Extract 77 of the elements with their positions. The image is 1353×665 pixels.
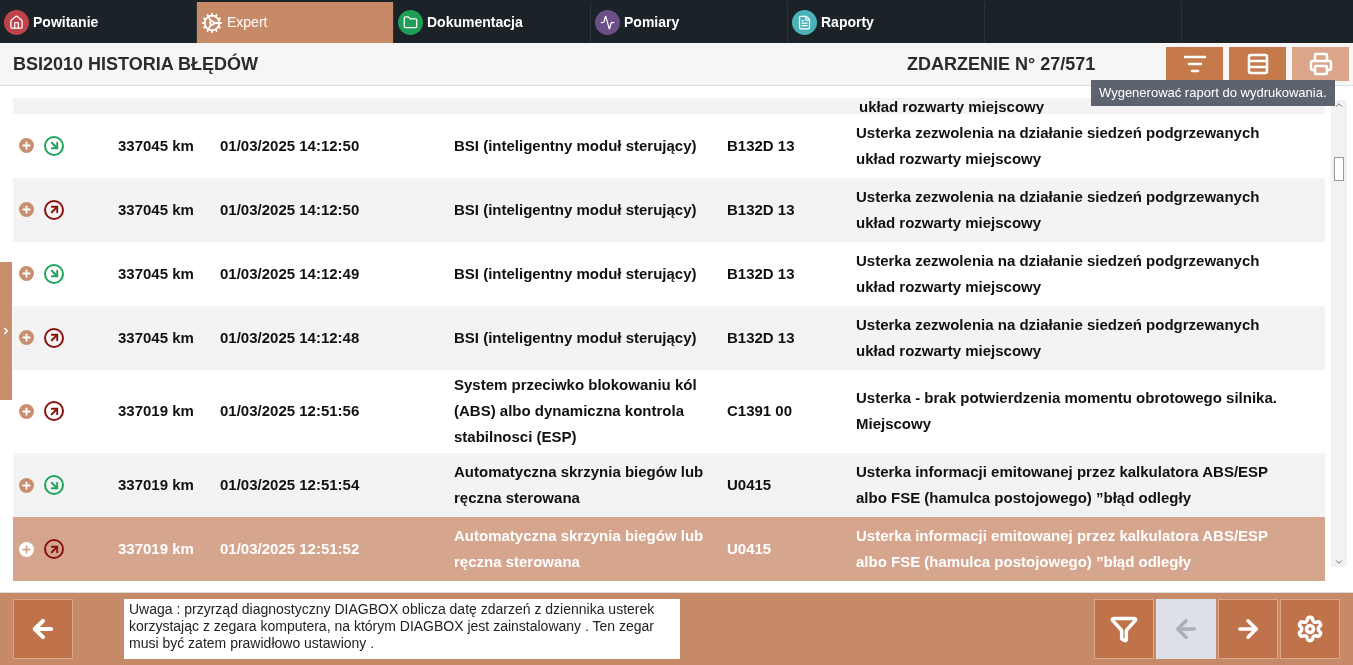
mileage-cell-text: 337045 km — [118, 263, 195, 284]
table-row[interactable]: 337019 km 01/03/2025 12:51:54 Automatyczna skrzynia biegów lub ręczna sterowana U0415 Usterka informacji emitowanej przez kalkulatora ABS/ESP albo FSE (hamulca postojowego) ”błąd odległy — [13, 453, 1325, 517]
print-icon — [1308, 52, 1333, 76]
module-cell-text: BSI (inteligentny moduł sterujący) — [454, 263, 698, 284]
arrow-up-right-icon — [44, 401, 64, 422]
back-button[interactable] — [13, 599, 73, 659]
expand-icon[interactable] — [19, 477, 34, 493]
module-cell-text: BSI (inteligentny moduł sterujący) — [454, 135, 698, 156]
scroll-down-icon — [1334, 557, 1344, 567]
filter-icon — [1110, 615, 1138, 643]
footer-button[interactable] — [1280, 599, 1340, 659]
arrow-up-right-icon — [44, 199, 64, 220]
settings-icon — [1296, 615, 1324, 643]
scrollbar[interactable] — [1331, 100, 1347, 567]
table-row[interactable]: 337045 km 01/03/2025 14:12:48 BSI (inteligentny moduł sterujący) B132D 13 Usterka zezwolenia na działanie siedzeń podgrzewanych układ rozwarty miejscowy — [13, 305, 1325, 370]
arrow-up-right-icon — [44, 327, 64, 348]
code-cell-text: B132D 13 — [727, 199, 796, 220]
description-cell-text: Usterka zezwolenia na działanie siedzeń podgrzewanych układ rozwarty miejscowy — [856, 122, 1261, 169]
tooltip: Wygenerować raport do wydrukowania. — [1091, 80, 1335, 106]
mileage-cell-text: 337045 km — [118, 135, 195, 156]
warning-note: Uwaga : przyrząd diagnostyczny DIAGBOX oblicza datę zdarzeń z dziennika usterek korzystając z zegara komputera, na którym DIAGBOX jest zainstalowany . Ten zegar musi być zatem prawidłowo ustawiony . — [124, 599, 680, 659]
event-counter: ZDARZENIE N° 27/571 — [907, 52, 1097, 76]
arrow-down-right-icon — [44, 475, 64, 495]
code-cell-text: B132D 13 — [727, 263, 796, 284]
table-row[interactable]: 337045 km 01/03/2025 14:12:50 BSI (inteligentny moduł sterujący) B132D 13 Usterka zezwolenia na działanie siedzeń podgrzewanych układ rozwarty miejscowy — [13, 177, 1325, 242]
scroll-up-icon — [1334, 100, 1344, 110]
arrow-up-right-icon — [44, 539, 64, 559]
expand-icon[interactable] — [19, 138, 34, 154]
side-panel-toggle[interactable] — [0, 262, 12, 400]
scroll-thumb — [1334, 156, 1344, 181]
toolbar-button[interactable] — [1292, 47, 1349, 81]
date-cell-text: 01/03/2025 12:51:52 — [220, 538, 361, 559]
date-cell-text: 01/03/2025 14:12:50 — [220, 199, 361, 220]
date-cell-text: 01/03/2025 14:12:50 — [220, 135, 361, 156]
code-cell-text: C1391 00 — [727, 401, 794, 422]
list-icon — [1245, 52, 1270, 76]
expand-icon[interactable] — [19, 330, 34, 346]
code-cell-text: B132D 13 — [727, 135, 796, 156]
date-cell-text: 01/03/2025 14:12:48 — [220, 327, 361, 348]
mileage-cell-text: 337019 km — [118, 474, 195, 495]
expand-icon[interactable] — [19, 266, 34, 282]
footer-button[interactable] — [1094, 599, 1154, 659]
description-cell-text: Usterka zezwolenia na działanie siedzeń podgrzewanych układ rozwarty miejscowy — [856, 314, 1261, 361]
description-cell-text: Usterka - brak potwierdzenia momentu obrotowego silnika. Miejscowy — [856, 388, 1278, 435]
folder-icon — [398, 10, 423, 35]
mileage-cell-text: 337019 km — [118, 538, 195, 559]
arrow-down-right-icon — [44, 263, 64, 284]
description-cell-text: Usterka zezwolenia na działanie siedzeń podgrzewanych układ rozwarty miejscowy — [856, 186, 1261, 233]
code-cell-text: U0415 — [727, 474, 773, 495]
expand-icon[interactable] — [19, 403, 34, 419]
arrow-down-right-icon — [44, 135, 64, 156]
module-cell-text: BSI (inteligentny moduł sterujący) — [454, 199, 698, 220]
page-title: BSI2010 HISTORIA BŁĘDÓW — [13, 52, 260, 76]
mileage-cell-text: 337045 km — [118, 199, 195, 220]
module-cell-text: Automatyczna skrzynia biegów lub ręczna sterowana — [454, 462, 705, 508]
toolbar-button[interactable] — [1166, 47, 1223, 81]
mileage-cell-text: 337019 km — [118, 401, 195, 422]
chevron-right-icon — [1, 326, 11, 336]
module-cell-text: BSI (inteligentny moduł sterujący) — [454, 327, 698, 348]
date-cell-text: 01/03/2025 12:51:56 — [220, 401, 361, 422]
module-cell-text: Automatyczna skrzynia biegów lub ręczna sterowana — [454, 526, 705, 572]
description-cell-text: Usterka informacji emitowanej przez kalkulatora ABS/ESP albo FSE (hamulca postojowego) ”błąd odległy — [856, 526, 1269, 572]
expand-icon[interactable] — [19, 541, 34, 557]
toolbar-button[interactable] — [1229, 47, 1286, 81]
date-cell-text: 01/03/2025 12:51:54 — [220, 474, 361, 495]
module-cell-text: System przeciwko blokowaniu kól (ABS) albo dynamiczna kontrola stabilnosci (ESP) — [454, 375, 698, 448]
mileage-cell-text: 337045 km — [118, 327, 195, 348]
description-cell-text: Usterka informacji emitowanej przez kalkulatora ABS/ESP albo FSE (hamulca postojowego) ”błąd odległy — [856, 462, 1269, 508]
code-cell-text: U0415 — [727, 538, 773, 559]
document-icon — [792, 10, 817, 35]
house-icon — [4, 10, 29, 35]
expand-icon[interactable] — [19, 202, 34, 218]
date-cell-text: 01/03/2025 14:12:49 — [220, 263, 361, 284]
code-cell-text: B132D 13 — [727, 327, 796, 348]
description-cell-text: Usterka zezwolenia na działanie siedzeń podgrzewanych układ rozwarty miejscowy — [856, 250, 1261, 297]
footer-button[interactable] — [1218, 599, 1278, 659]
pulse-icon — [595, 10, 620, 35]
